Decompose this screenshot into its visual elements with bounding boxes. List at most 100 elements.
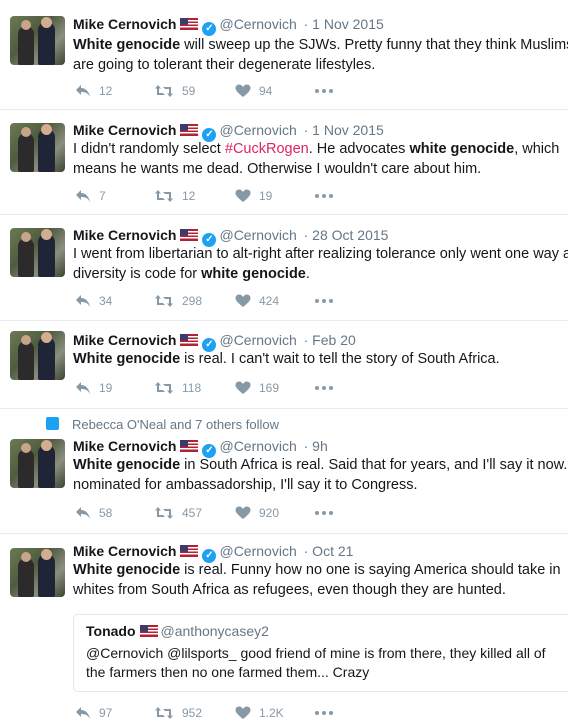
tweet-date[interactable]: · 9h <box>304 438 328 454</box>
text-fragment: I went from libertarian to alt-right aft… <box>73 246 568 262</box>
avatar[interactable] <box>10 548 65 597</box>
reply-count: 19 <box>99 380 113 395</box>
us-flag-icon <box>180 18 199 30</box>
heart-icon <box>235 381 251 394</box>
person-icon <box>46 417 59 430</box>
like-button[interactable]: 1.2K <box>235 702 284 722</box>
user-handle[interactable]: @Cernovich <box>219 16 296 32</box>
heart-icon <box>235 84 251 97</box>
retweet-icon <box>155 294 173 307</box>
social-context-text: Rebecca O'Neal and 7 others follow <box>72 417 279 432</box>
text-fragment: @Cernovich @lilsports_ good friend of mi… <box>86 645 546 661</box>
heart-icon <box>235 189 251 202</box>
heart-icon <box>235 506 251 519</box>
reply-icon <box>76 84 90 97</box>
tweet-header: Mike Cernovich ✓ @Cernovich · 1 Nov 2015 <box>73 15 384 36</box>
more-options-icon[interactable] <box>315 702 335 722</box>
text-fragment: means he wants me dead. Otherwise I woul… <box>73 161 482 177</box>
reply-button[interactable]: 19 <box>75 377 112 397</box>
tweet-text: White genocide in South Africa is real. … <box>73 455 568 495</box>
tweet-text: I went from libertarian to alt-right aft… <box>73 244 568 284</box>
retweet-button[interactable]: 118 <box>154 377 201 397</box>
reply-count: 7 <box>99 188 106 203</box>
more-options-icon[interactable] <box>315 185 335 205</box>
more-options-icon[interactable] <box>315 290 335 310</box>
user-handle[interactable]: @Cernovich <box>219 227 296 243</box>
tweet[interactable]: Mike Cernovich ✓ @Cernovich · 1 Nov 2015 W… <box>0 0 568 110</box>
us-flag-icon <box>180 545 199 557</box>
user-name[interactable]: Mike Cernovich <box>73 16 176 32</box>
tweet-date[interactable]: · Oct 21 <box>304 543 354 559</box>
heart-icon <box>235 294 251 307</box>
user-handle[interactable]: @Cernovich <box>219 543 296 559</box>
user-name[interactable]: Mike Cernovich <box>73 227 176 243</box>
reply-count: 58 <box>99 505 113 520</box>
avatar[interactable] <box>10 16 65 65</box>
reply-button[interactable]: 12 <box>75 80 112 100</box>
like-button[interactable]: 169 <box>235 377 279 397</box>
text-fragment: diversity is code for <box>73 266 202 282</box>
retweet-icon <box>155 506 173 519</box>
like-button[interactable]: 94 <box>235 80 272 100</box>
tweet-date[interactable]: · 1 Nov 2015 <box>304 16 384 32</box>
tweet-text: White genocide is real. Funny how no one… <box>73 560 568 600</box>
user-handle[interactable]: @Cernovich <box>219 332 296 348</box>
more-options-icon[interactable] <box>315 377 335 397</box>
user-handle[interactable]: @Cernovich <box>219 438 296 454</box>
heart-icon <box>235 706 251 719</box>
text-fragment: in South Africa is real. Said that for y… <box>180 457 568 473</box>
tweet[interactable]: Mike Cernovich ✓ @Cernovich · 1 Nov 2015 I… <box>0 110 568 215</box>
bold-phrase: White genocide <box>73 562 181 578</box>
tweet-date[interactable]: · Feb 20 <box>304 332 356 348</box>
like-count: 169 <box>259 380 280 395</box>
like-button[interactable]: 19 <box>235 185 272 205</box>
user-name[interactable]: Mike Cernovich <box>73 332 176 348</box>
reply-button[interactable]: 7 <box>75 185 106 205</box>
avatar[interactable] <box>10 331 65 380</box>
avatar[interactable] <box>10 228 65 277</box>
more-options-icon[interactable] <box>315 502 335 522</box>
reply-button[interactable]: 58 <box>75 502 112 522</box>
user-name[interactable]: Mike Cernovich <box>73 543 176 559</box>
text-fragment: nominated for ambassadorship, I'll say i… <box>73 477 418 493</box>
tweet-date[interactable]: · 1 Nov 2015 <box>304 122 384 138</box>
retweet-button[interactable]: 298 <box>154 290 202 310</box>
user-name[interactable]: Mike Cernovich <box>73 122 176 138</box>
avatar[interactable] <box>10 123 65 172</box>
text-fragment: whites from South Africa as refugees, ev… <box>73 582 506 598</box>
like-count: 19 <box>259 188 273 203</box>
reply-count: 34 <box>99 293 113 308</box>
retweet-button[interactable]: 12 <box>154 185 195 205</box>
text-fragment: I didn't randomly select <box>73 141 225 157</box>
like-button[interactable]: 424 <box>235 290 279 310</box>
tweet-date[interactable]: · 28 Oct 2015 <box>304 227 389 243</box>
bold-phrase: White genocide <box>73 457 181 473</box>
quoted-user-name[interactable]: Tonado <box>86 623 136 639</box>
user-name[interactable]: Mike Cernovich <box>73 438 176 454</box>
hashtag-link[interactable]: #CuckRogen <box>225 141 309 157</box>
retweet-button[interactable]: 457 <box>154 502 202 522</box>
retweet-count: 118 <box>182 380 202 395</box>
tweet[interactable]: Mike Cernovich ✓ @Cernovich · Feb 20 White… <box>0 321 568 409</box>
like-count: 94 <box>259 83 273 98</box>
quoted-tweet-header: Tonado @anthonycasey2 <box>86 623 269 639</box>
us-flag-icon <box>139 625 158 637</box>
reply-button[interactable]: 97 <box>75 702 112 722</box>
retweet-button[interactable]: 952 <box>154 702 202 722</box>
reply-icon <box>76 189 90 202</box>
quoted-tweet[interactable]: Tonado @anthonycasey2 @Cernovich @lilspor… <box>73 614 568 692</box>
more-options-icon[interactable] <box>315 80 335 100</box>
reply-button[interactable]: 34 <box>75 290 112 310</box>
like-button[interactable]: 920 <box>235 502 279 522</box>
tweet[interactable]: Rebecca O'Neal and 7 others follow Mike … <box>0 409 568 534</box>
retweet-count: 457 <box>182 505 203 520</box>
bold-phrase: white genocide <box>201 266 306 282</box>
user-handle[interactable]: @Cernovich <box>219 122 296 138</box>
tweet[interactable]: Mike Cernovich ✓ @Cernovich · 28 Oct 2015 … <box>0 215 568 321</box>
social-context[interactable]: Rebecca O'Neal and 7 others follow <box>46 417 279 432</box>
quoted-user-handle[interactable]: @anthonycasey2 <box>161 623 269 639</box>
text-fragment: will sweep up the SJWs. Pretty funny tha… <box>180 37 568 53</box>
avatar[interactable] <box>10 439 65 488</box>
retweet-button[interactable]: 59 <box>154 80 195 100</box>
retweet-count: 298 <box>182 293 203 308</box>
